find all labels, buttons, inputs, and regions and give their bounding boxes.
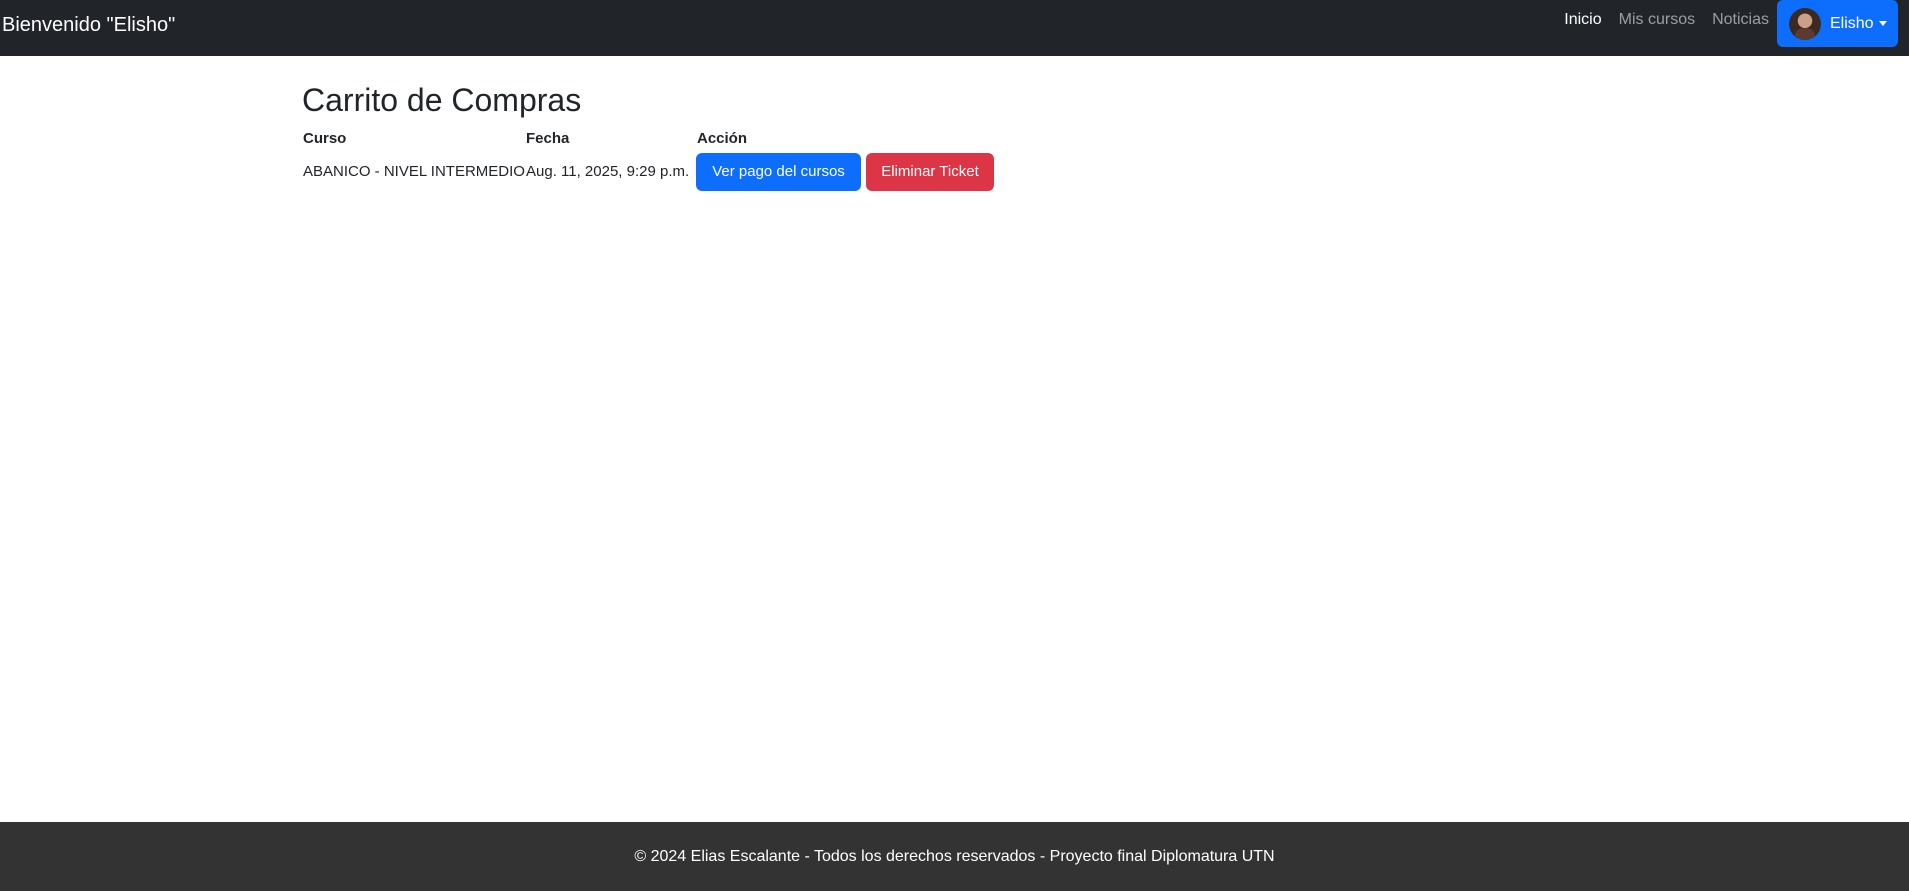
navbar-brand[interactable]: Bienvenido "Elisho" [2, 12, 175, 38]
avatar [1789, 7, 1821, 40]
footer: © 2024 Elias Escalante - Todos los derec… [0, 822, 1909, 891]
cell-curso: ABANICO - NIVEL INTERMEDIO [303, 163, 525, 180]
delete-ticket-button[interactable]: Eliminar Ticket [866, 153, 994, 191]
page-title: Carrito de Compras [302, 82, 582, 118]
user-dropdown-button[interactable]: Elisho [1777, 0, 1898, 47]
view-payment-button[interactable]: Ver pago del cursos [696, 153, 861, 191]
column-header-fecha: Fecha [526, 130, 570, 147]
column-header-accion: Acción [697, 130, 748, 147]
nav-links: Inicio Mis cursos Noticias [1564, 9, 1769, 31]
nav-link-inicio[interactable]: Inicio [1564, 9, 1601, 31]
footer-text: © 2024 Elias Escalante - Todos los derec… [634, 848, 1275, 865]
cell-fecha: Aug. 11, 2025, 9:29 p.m. [526, 163, 690, 180]
nav-link-noticias[interactable]: Noticias [1712, 9, 1769, 31]
user-name: Elisho [1830, 14, 1874, 32]
caret-down-icon [1878, 21, 1887, 26]
top-navbar: Bienvenido "Elisho" Inicio Mis cursos No… [0, 0, 1909, 56]
nav-link-mis-cursos[interactable]: Mis cursos [1619, 9, 1695, 31]
column-header-curso: Curso [303, 130, 347, 147]
